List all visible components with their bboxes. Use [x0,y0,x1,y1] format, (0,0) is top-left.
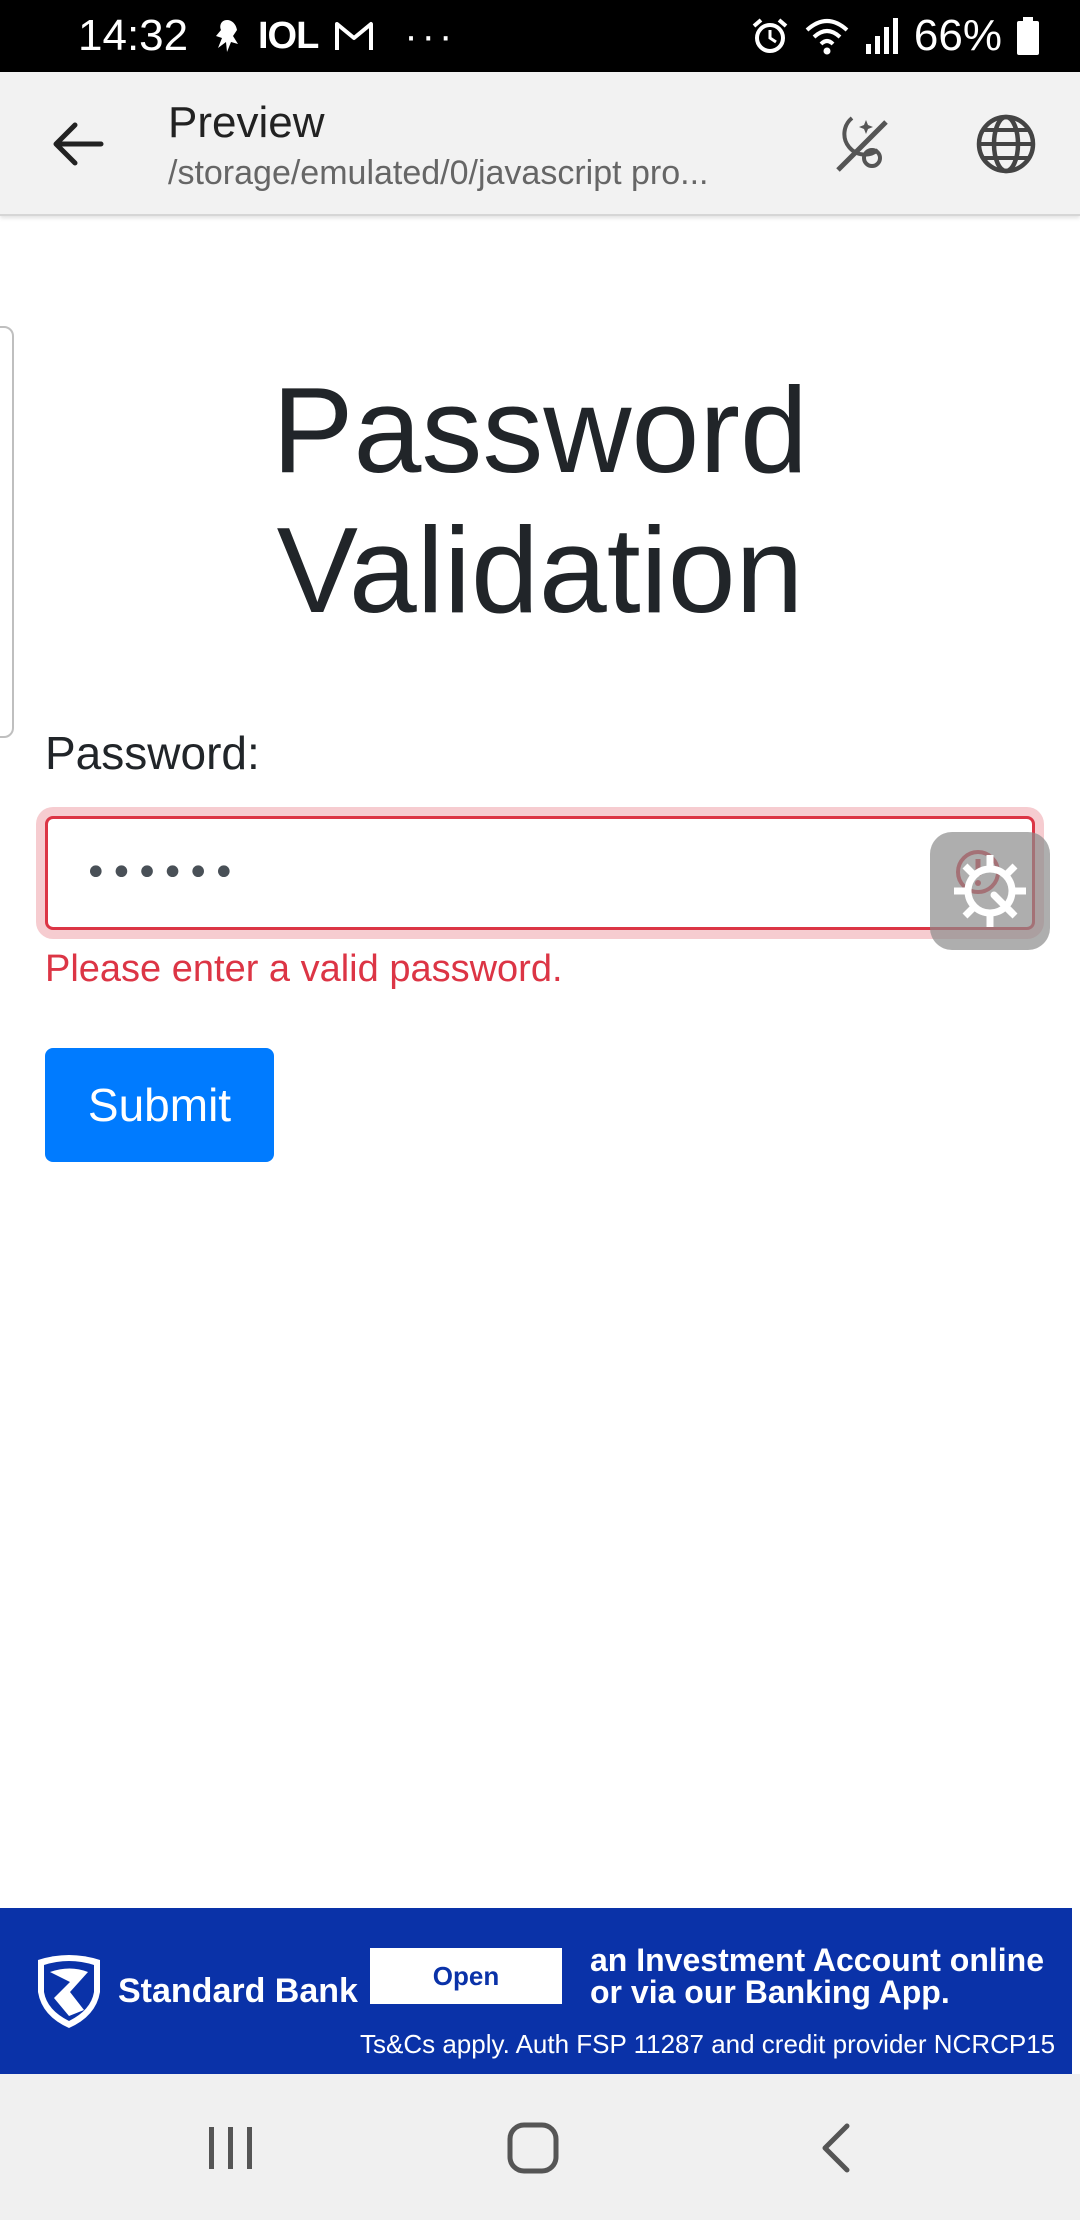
wifi-icon [805,19,849,55]
notification-app-icon [216,20,238,52]
recent-apps-icon [209,2127,252,2169]
app-bar-title: Preview [168,98,325,147]
gmail-icon [335,22,374,50]
battery-icon [1017,17,1039,55]
ad-fine-print: Ts&Cs apply. Auth FSP 11287 and credit p… [360,2030,1056,2059]
status-system-icons: 66% [750,10,1040,62]
recent-apps-button[interactable] [186,2110,276,2186]
battery-percent: 66% [913,11,1002,60]
signal-icon [865,18,898,54]
back-nav-button[interactable] [790,2110,880,2186]
ad-banner[interactable]: Standard Bank Open an Investment Account… [0,1908,1072,2074]
password-input[interactable] [45,816,1035,930]
dark-mode-icon [836,116,888,172]
ad-brand-name: Standard Bank [118,1972,358,2010]
ad-open-button[interactable]: Open [370,1948,562,2004]
theme-toggle-button[interactable] [822,106,898,182]
password-label: Password: [45,727,260,779]
globe-icon [976,114,1036,174]
settings-gear-icon [954,855,1026,927]
status-time: 14:32 [78,11,189,60]
floating-tools-button[interactable] [930,832,1050,950]
open-in-browser-button[interactable] [968,106,1044,182]
app-bar: Preview /storage/emulated/0/javascript p… [0,72,1080,216]
standard-bank-logo [38,1955,100,2028]
status-notification-icons: IOL ··· [212,14,456,58]
more-notifications-icon: ··· [404,13,457,58]
submit-button[interactable]: Submit [45,1048,274,1162]
ad-headline: an Investment Account online or via our … [590,1942,1044,2010]
alarm-icon [752,18,788,53]
status-bar: 14:32 IOL ··· 66% [0,0,1080,72]
back-button[interactable] [40,112,116,176]
home-button[interactable] [488,2110,578,2186]
home-icon [507,2122,559,2174]
validation-error-message: Please enter a valid password. [45,948,563,990]
app-bar-file-path: /storage/emulated/0/javascript pro... [168,154,709,192]
chevron-left-icon [822,2123,850,2173]
carrier-label: IOL [258,14,319,57]
page-title: Password Validation [272,362,808,638]
arrow-back-icon [53,122,104,166]
navigation-bar [0,2074,1080,2220]
